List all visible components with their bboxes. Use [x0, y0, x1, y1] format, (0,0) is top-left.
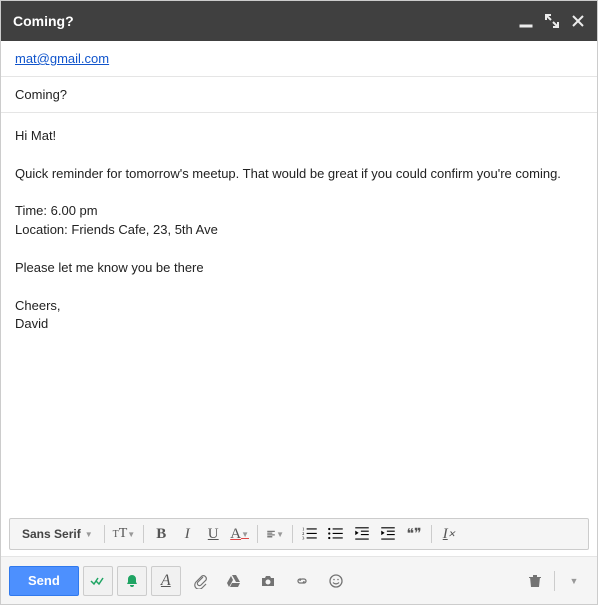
tracking-icon[interactable] — [83, 566, 113, 596]
svg-text:3: 3 — [302, 536, 305, 541]
indent-more-button[interactable] — [376, 522, 400, 546]
font-family-select[interactable]: Sans Serif▼ — [16, 527, 99, 541]
drive-icon[interactable] — [219, 566, 249, 596]
chevron-down-icon: ▼ — [570, 576, 579, 586]
indent-less-button[interactable] — [350, 522, 374, 546]
attach-icon[interactable] — [185, 566, 215, 596]
underline-button[interactable]: U — [201, 522, 225, 546]
quote-button[interactable]: ❝❞ — [402, 522, 426, 546]
recipient-chip[interactable]: mat@gmail.com — [15, 51, 109, 66]
compose-window: Coming? mat@gmail.com Coming? Hi Mat! Qu… — [0, 0, 598, 605]
font-size-button[interactable]: TT ▼ — [110, 522, 139, 546]
to-field[interactable]: mat@gmail.com — [1, 41, 597, 77]
camera-icon[interactable] — [253, 566, 283, 596]
subject-text: Coming? — [15, 87, 67, 102]
chevron-down-icon: ▼ — [127, 530, 135, 539]
window-title: Coming? — [13, 13, 507, 29]
message-body[interactable]: Hi Mat! Quick reminder for tomorrow's me… — [1, 113, 597, 518]
format-toggle-button[interactable]: A — [151, 566, 181, 596]
bullet-list-button[interactable] — [324, 522, 348, 546]
chevron-down-icon: ▼ — [241, 530, 249, 539]
numbered-list-button[interactable]: 123 — [298, 522, 322, 546]
bold-button[interactable]: B — [149, 522, 173, 546]
italic-button[interactable]: I — [175, 522, 199, 546]
trash-icon[interactable] — [520, 566, 550, 596]
align-button[interactable]: ▼ — [263, 522, 287, 546]
subject-field[interactable]: Coming? — [1, 77, 597, 113]
link-icon[interactable] — [287, 566, 317, 596]
more-options-button[interactable]: ▼ — [559, 566, 589, 596]
reminder-icon[interactable] — [117, 566, 147, 596]
titlebar: Coming? — [1, 1, 597, 41]
bottom-toolbar: Send A ▼ — [1, 556, 597, 604]
send-button[interactable]: Send — [9, 566, 79, 596]
expand-icon[interactable] — [545, 14, 559, 28]
minimize-icon[interactable] — [519, 14, 533, 28]
clear-format-button[interactable]: I✕ — [437, 522, 461, 546]
formatting-toolbar: Sans Serif▼ TT ▼ B I U A ▼ ▼ 123 ❝❞ I✕ — [9, 518, 589, 550]
chevron-down-icon: ▼ — [85, 530, 93, 539]
chevron-down-icon: ▼ — [276, 530, 284, 539]
emoji-icon[interactable] — [321, 566, 351, 596]
close-icon[interactable] — [571, 14, 585, 28]
text-color-button[interactable]: A ▼ — [227, 522, 252, 546]
